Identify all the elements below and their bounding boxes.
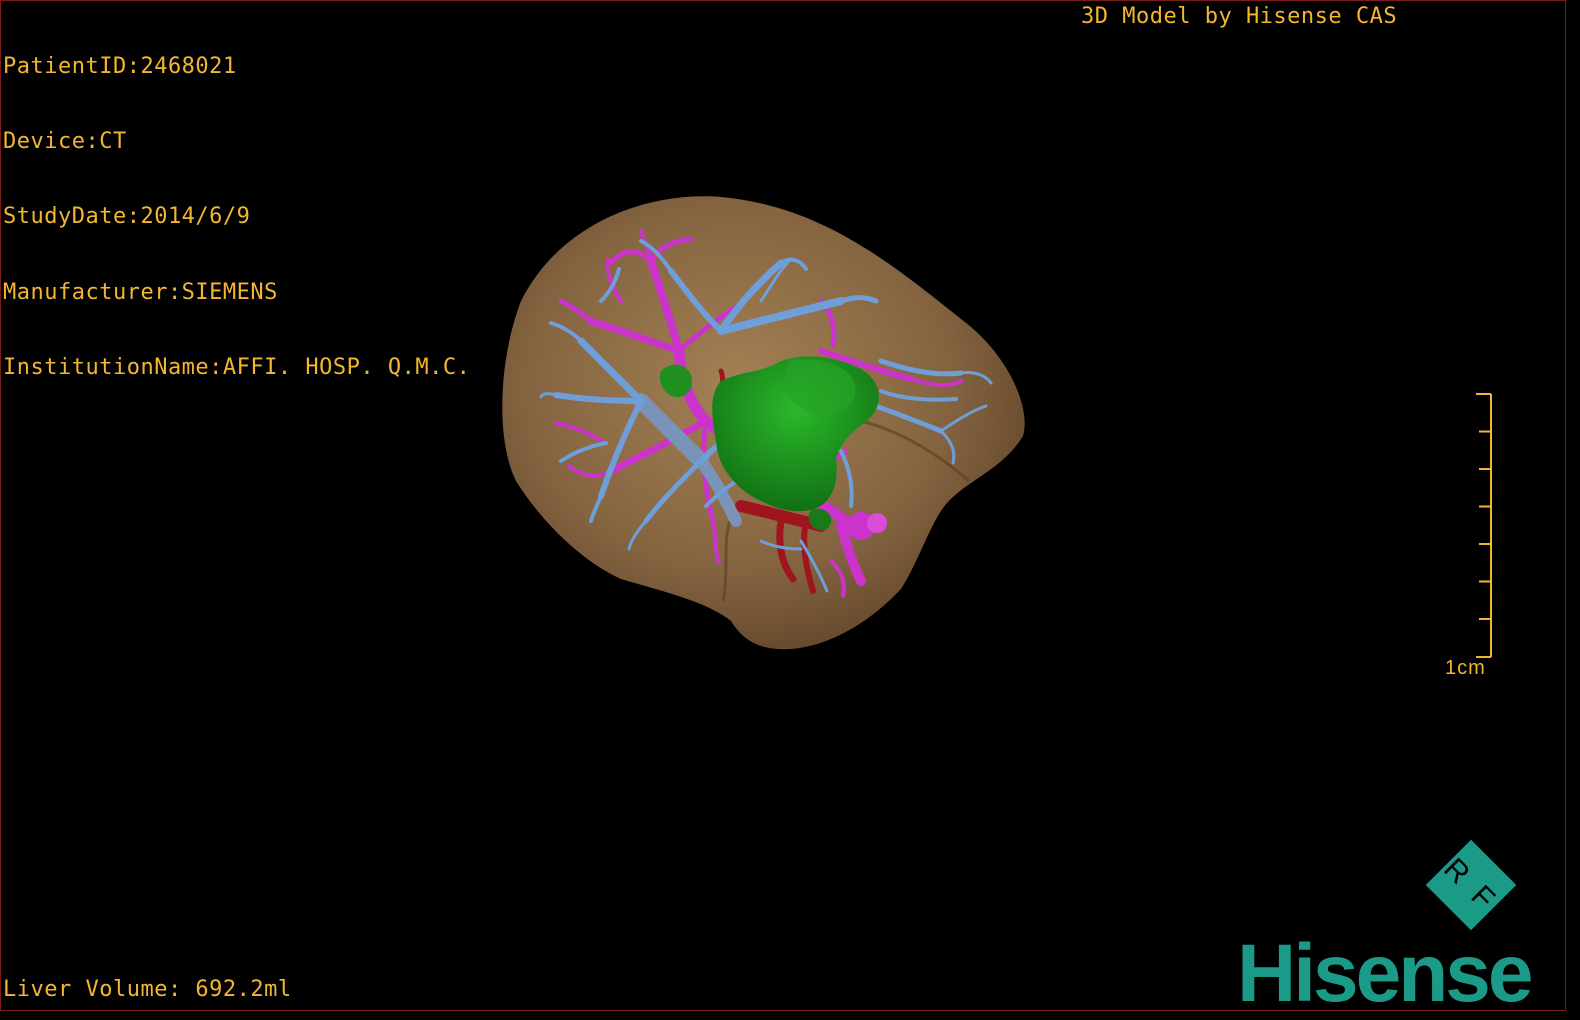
manufacturer-text: Manufacturer:SIEMENS	[3, 279, 278, 305]
patient-id-text: PatientID:2468021	[3, 54, 237, 79]
patient-info-overlay: PatientID:2468021 Device:CT StudyDate:20…	[3, 4, 470, 430]
scale-bar	[1476, 393, 1492, 658]
scale-bar-label: 1cm	[1445, 657, 1486, 679]
hisense-logo: Hisense	[1237, 928, 1534, 1011]
rf-logo-icon: R F	[1425, 839, 1517, 931]
study-date-text: StudyDate:2014/6/9	[3, 204, 251, 230]
device-text: Device:CT	[3, 129, 127, 155]
model-credit-text: 3D Model by Hisense CAS	[1081, 4, 1398, 29]
viewer-frame: PatientID:2468021 Device:CT StudyDate:20…	[0, 0, 1566, 1011]
institution-text: InstitutionName:AFFI. HOSP. Q.M.C.	[3, 354, 471, 380]
liver-volume-text: Liver Volume: 692.2ml	[3, 977, 292, 1002]
